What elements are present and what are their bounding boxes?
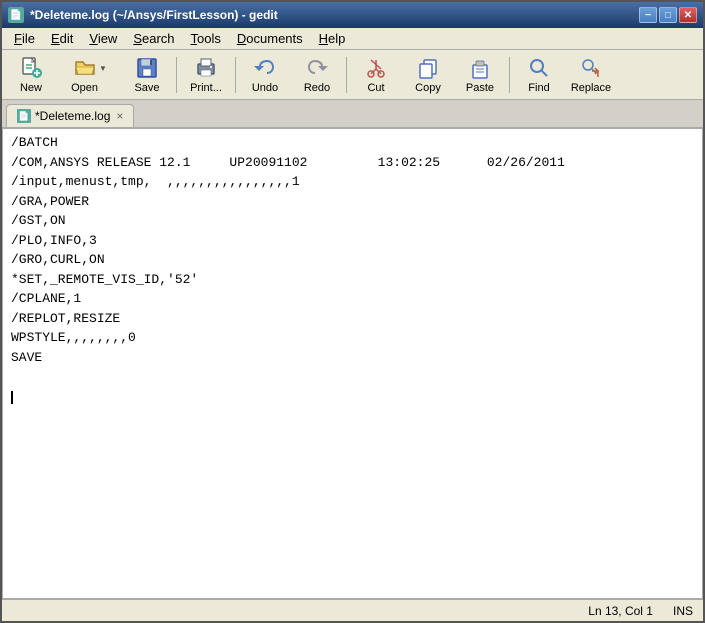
cut-button[interactable]: Cut bbox=[351, 53, 401, 97]
titlebar: 📄 *Deleteme.log (~/Ansys/FirstLesson) - … bbox=[2, 2, 703, 28]
open-dropdown-arrow[interactable]: ▼ bbox=[99, 64, 107, 73]
replace-icon bbox=[579, 56, 603, 80]
tab-deleteme-log[interactable]: 📄 *Deleteme.log × bbox=[6, 104, 134, 127]
menu-help[interactable]: Help bbox=[311, 29, 354, 48]
redo-icon bbox=[305, 56, 329, 80]
menu-documents[interactable]: Documents bbox=[229, 29, 311, 48]
tab-file-icon: 📄 bbox=[17, 109, 31, 123]
menu-edit[interactable]: Edit bbox=[43, 29, 81, 48]
separator-1 bbox=[176, 57, 177, 93]
copy-button[interactable]: Copy bbox=[403, 53, 453, 97]
window-title: *Deleteme.log (~/Ansys/FirstLesson) - ge… bbox=[30, 8, 278, 22]
titlebar-left: 📄 *Deleteme.log (~/Ansys/FirstLesson) - … bbox=[8, 7, 278, 23]
minimize-button[interactable]: − bbox=[639, 7, 657, 23]
paste-button[interactable]: Paste bbox=[455, 53, 505, 97]
open-icon bbox=[73, 56, 97, 80]
replace-label: Replace bbox=[571, 82, 611, 94]
print-button[interactable]: Print... bbox=[181, 53, 231, 97]
print-label: Print... bbox=[190, 82, 222, 94]
copy-label: Copy bbox=[415, 82, 441, 94]
redo-button[interactable]: Redo bbox=[292, 53, 342, 97]
redo-label: Redo bbox=[304, 82, 330, 94]
new-icon bbox=[19, 56, 43, 80]
tab-label: *Deleteme.log bbox=[35, 109, 110, 123]
menu-search[interactable]: Search bbox=[125, 29, 182, 48]
paste-icon bbox=[468, 56, 492, 80]
statusbar: Ln 13, Col 1 INS bbox=[2, 599, 703, 621]
separator-4 bbox=[509, 57, 510, 93]
separator-2 bbox=[235, 57, 236, 93]
cut-icon bbox=[364, 56, 388, 80]
menu-tools[interactable]: Tools bbox=[183, 29, 229, 48]
undo-icon bbox=[253, 56, 277, 80]
find-button[interactable]: Find bbox=[514, 53, 564, 97]
print-icon bbox=[194, 56, 218, 80]
undo-button[interactable]: Undo bbox=[240, 53, 290, 97]
save-label: Save bbox=[134, 82, 159, 94]
separator-3 bbox=[346, 57, 347, 93]
maximize-button[interactable]: □ bbox=[659, 7, 677, 23]
toolbar: New Open ▼ bbox=[2, 50, 703, 100]
window-controls: − □ ✕ bbox=[639, 7, 697, 23]
open-button[interactable]: Open ▼ bbox=[58, 53, 120, 97]
save-button[interactable]: Save bbox=[122, 53, 172, 97]
save-icon bbox=[135, 56, 159, 80]
undo-label: Undo bbox=[252, 82, 278, 94]
menubar: File Edit View Search Tools Documents He… bbox=[2, 28, 703, 50]
open-label: Open bbox=[71, 82, 98, 94]
find-icon bbox=[527, 56, 551, 80]
tabbar: 📄 *Deleteme.log × bbox=[2, 100, 703, 128]
close-button[interactable]: ✕ bbox=[679, 7, 697, 23]
copy-icon bbox=[416, 56, 440, 80]
editor-area[interactable]: /BATCH /COM,ANSYS RELEASE 12.1 UP2009110… bbox=[2, 128, 703, 599]
main-window: 📄 *Deleteme.log (~/Ansys/FirstLesson) - … bbox=[0, 0, 705, 623]
cut-label: Cut bbox=[367, 82, 384, 94]
menu-file[interactable]: File bbox=[6, 29, 43, 48]
paste-label: Paste bbox=[466, 82, 494, 94]
insert-mode: INS bbox=[673, 604, 693, 618]
cursor-position: Ln 13, Col 1 bbox=[588, 604, 653, 618]
new-button[interactable]: New bbox=[6, 53, 56, 97]
replace-button[interactable]: Replace bbox=[566, 53, 616, 97]
new-label: New bbox=[20, 82, 42, 94]
tab-close-button[interactable]: × bbox=[116, 109, 123, 123]
find-label: Find bbox=[528, 82, 549, 94]
app-icon: 📄 bbox=[8, 7, 24, 23]
menu-view[interactable]: View bbox=[81, 29, 125, 48]
